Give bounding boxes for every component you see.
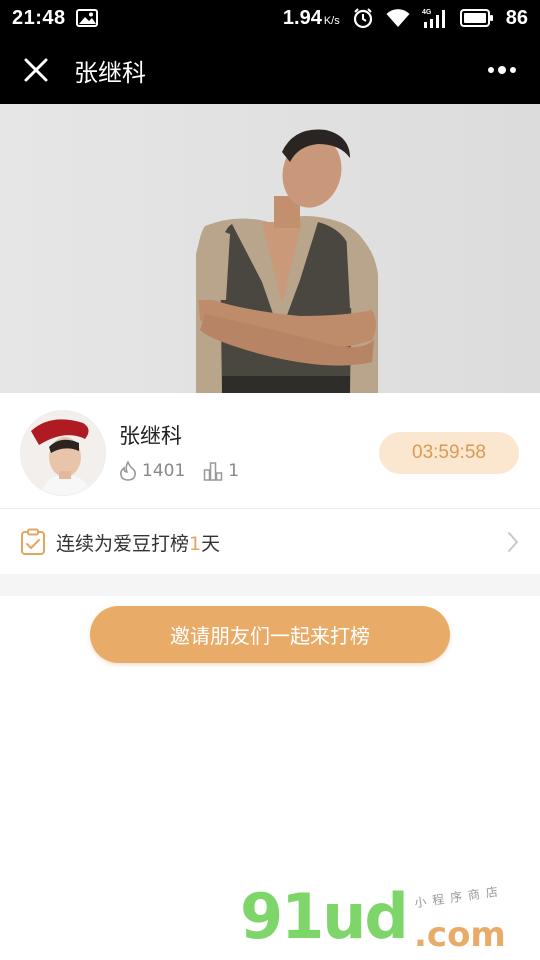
more-dots-icon [510, 67, 516, 73]
page-title: 张继科 [74, 58, 146, 87]
streak-prefix: 连续为爱豆打榜 [56, 532, 190, 555]
svg-text:4G: 4G [422, 9, 432, 16]
watermark-slogan: 小程序商店 [413, 883, 505, 911]
idol-info-row: 张继科 1401 1 03:59:58 [0, 393, 540, 509]
network-speed-unit: K/s [323, 14, 340, 27]
status-time: 21:48 [12, 6, 66, 29]
streak-row[interactable]: 连续为爱豆打榜1天 [0, 510, 540, 574]
watermark-brand: 91ud [240, 880, 409, 953]
idol-name: 张继科 [119, 424, 182, 448]
image-icon [75, 9, 98, 27]
more-dots-icon [488, 67, 494, 73]
streak-days: 1 [189, 532, 202, 555]
close-icon [24, 58, 48, 82]
watermark-domain: .com [414, 915, 506, 955]
rank-stat: 1 [203, 461, 239, 481]
title-bar: 张继科 [0, 36, 540, 104]
4g-signal-icon: 4G [422, 7, 448, 29]
section-divider [0, 574, 540, 596]
countdown-timer: 03:59:58 [379, 432, 519, 474]
status-bar: 21:48 1.94 K/s 4G 86 [0, 0, 540, 36]
heat-stat: 1401 [119, 461, 185, 481]
avatar[interactable] [20, 410, 106, 496]
battery-level: 86 [505, 6, 528, 29]
clipboard-check-icon [21, 528, 45, 555]
heat-value: 1401 [142, 461, 186, 481]
streak-suffix: 天 [201, 532, 221, 555]
chevron-right-icon [508, 532, 518, 552]
idol-banner-photo [0, 104, 540, 393]
streak-text: 连续为爱豆打榜1天 [56, 529, 220, 556]
invite-friends-button[interactable]: 邀请朋友们一起来打榜 [90, 606, 450, 663]
more-dots-icon [498, 66, 506, 74]
rank-value: 1 [228, 461, 240, 481]
more-button[interactable] [482, 52, 522, 88]
network-speed-value: 1.94 [282, 6, 322, 29]
network-speed: 1.94 K/s [283, 7, 340, 30]
flame-icon [120, 461, 137, 481]
close-button[interactable] [18, 52, 54, 88]
battery-icon [459, 9, 494, 27]
wifi-icon [386, 8, 410, 28]
idol-stats: 1401 1 [119, 461, 257, 481]
alarm-icon [352, 7, 374, 29]
bar-chart-icon [204, 462, 223, 481]
watermark-logo: 91ud 小程序商店 .com [236, 880, 536, 960]
